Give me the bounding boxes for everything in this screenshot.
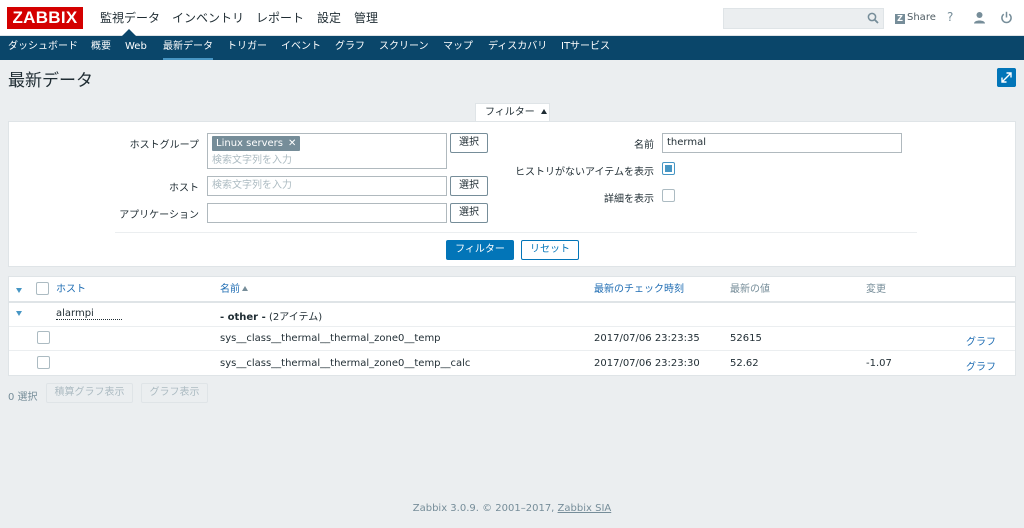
main-menu-configuration[interactable]: 設定 xyxy=(317,0,341,36)
subnav-discovery[interactable]: ディスカバリ xyxy=(488,36,547,60)
help-icon[interactable]: ? xyxy=(947,10,953,24)
search-icon[interactable] xyxy=(867,12,879,24)
subnav-maps[interactable]: マップ xyxy=(443,36,473,60)
zabbix-logo[interactable]: ZABBIX xyxy=(7,7,83,29)
latest-data-table: ホスト 名前 最新のチェック時刻 最新の値 変更 alarmpi - other… xyxy=(8,276,1016,376)
host-group-placeholder: 検索文字列を入力 xyxy=(212,155,292,166)
subnav-web[interactable]: Web xyxy=(125,36,147,60)
share-label: Share xyxy=(907,12,936,23)
power-icon[interactable] xyxy=(1000,11,1013,24)
application-input[interactable] xyxy=(207,203,447,223)
host-group-multiselect[interactable]: Linux servers ✕ 検索文字列を入力 xyxy=(207,133,447,169)
page-title: 最新データ xyxy=(8,71,93,91)
column-last-value: 最新の値 xyxy=(730,284,770,295)
subnav-dashboard[interactable]: ダッシュボード xyxy=(8,36,78,60)
subnav-triggers[interactable]: トリガー xyxy=(227,36,267,60)
host-group-label: ホストグループ xyxy=(129,140,199,151)
group-host-link[interactable]: alarmpi xyxy=(56,308,122,320)
filter-panel: ホストグループ Linux servers ✕ 検索文字列を入力 選択 ホスト 検… xyxy=(8,121,1016,267)
sort-asc-icon xyxy=(242,286,248,291)
main-menu-administration[interactable]: 管理 xyxy=(354,0,378,36)
column-last-check[interactable]: 最新のチェック時刻 xyxy=(594,277,684,302)
show-items-without-data-checkbox[interactable] xyxy=(662,162,675,175)
host-input[interactable]: 検索文字列を入力 xyxy=(207,176,447,196)
item-change: -1.07 xyxy=(866,358,892,369)
selected-count: 0 選択 xyxy=(8,392,38,403)
subnav-it-services[interactable]: ITサービス xyxy=(561,36,610,60)
host-label: ホスト xyxy=(169,183,199,194)
host-group-chip-label: Linux servers xyxy=(216,138,283,149)
main-menu-reports[interactable]: レポート xyxy=(256,0,304,36)
subnav-events[interactable]: イベント xyxy=(281,36,321,60)
group-application: - other - xyxy=(220,312,266,323)
top-header: ZABBIX 監視データ インベントリ レポート 設定 管理 Z Share ? xyxy=(0,0,1024,36)
name-input[interactable]: thermal xyxy=(662,133,902,153)
remove-chip-icon[interactable]: ✕ xyxy=(288,138,296,149)
row-divider xyxy=(9,326,1015,327)
select-all-checkbox[interactable] xyxy=(36,282,49,295)
footer-company-link[interactable]: Zabbix SIA xyxy=(558,503,612,514)
active-menu-caret xyxy=(122,29,136,36)
filter-reset-button[interactable]: リセット xyxy=(521,240,579,260)
column-host[interactable]: ホスト xyxy=(56,277,86,302)
item-name: sys__class__thermal__thermal_zone0__temp xyxy=(220,333,441,344)
sub-navigation: ダッシュボード 概要 Web 最新データ トリガー イベント グラフ スクリーン… xyxy=(0,36,1024,60)
column-name-label: 名前 xyxy=(220,284,240,295)
subnav-screens[interactable]: スクリーン xyxy=(379,36,429,60)
column-name[interactable]: 名前 xyxy=(220,277,248,302)
host-group-select-button[interactable]: 選択 xyxy=(450,133,488,153)
host-placeholder: 検索文字列を入力 xyxy=(212,180,292,191)
share-icon: Z xyxy=(895,14,905,24)
subnav-graphs[interactable]: グラフ xyxy=(335,36,365,60)
display-stacked-graph-button[interactable]: 積算グラフ表示 xyxy=(46,383,133,403)
filter-apply-button[interactable]: フィルター xyxy=(446,240,514,260)
filter-tab[interactable]: フィルター xyxy=(475,103,550,122)
collapse-arrow-icon xyxy=(540,109,547,114)
filter-tab-label: フィルター xyxy=(485,107,535,118)
collapse-group-icon[interactable] xyxy=(16,311,22,316)
display-graph-button[interactable]: グラフ表示 xyxy=(141,383,208,403)
name-label: 名前 xyxy=(634,140,654,151)
group-title: - other - (2アイテム) xyxy=(220,308,322,323)
host-select-button[interactable]: 選択 xyxy=(450,176,488,196)
main-menu-inventory[interactable]: インベントリ xyxy=(172,0,244,36)
host-group-chip: Linux servers ✕ xyxy=(212,136,301,151)
profile-icon[interactable] xyxy=(973,11,986,24)
footer: Zabbix 3.0.9. © 2001–2017, Zabbix SIA xyxy=(0,503,1024,514)
item-last-check: 2017/07/06 23:23:35 xyxy=(594,333,700,344)
item-graph-link[interactable]: グラフ xyxy=(966,358,996,373)
subnav-overview[interactable]: 概要 xyxy=(91,36,111,60)
row-checkbox[interactable] xyxy=(37,331,50,344)
show-details-label: 詳細を表示 xyxy=(604,194,654,205)
collapse-all-icon[interactable] xyxy=(16,288,22,293)
row-divider xyxy=(9,350,1015,351)
subnav-latest-data[interactable]: 最新データ xyxy=(163,36,213,60)
fullscreen-icon[interactable] xyxy=(997,68,1016,87)
footer-text: Zabbix 3.0.9. © 2001–2017, xyxy=(412,503,555,514)
header-divider xyxy=(9,301,1015,303)
item-name: sys__class__thermal__thermal_zone0__temp… xyxy=(220,358,471,369)
item-last-value: 52.62 xyxy=(730,358,759,369)
item-last-value: 52615 xyxy=(730,333,762,344)
global-search-input[interactable] xyxy=(723,8,884,29)
group-item-count: (2アイテム) xyxy=(268,312,323,323)
application-select-button[interactable]: 選択 xyxy=(450,203,488,223)
application-label: アプリケーション xyxy=(119,210,199,221)
row-checkbox[interactable] xyxy=(37,356,50,369)
column-change: 変更 xyxy=(866,284,886,295)
item-last-check: 2017/07/06 23:23:30 xyxy=(594,358,700,369)
item-graph-link[interactable]: グラフ xyxy=(966,333,996,348)
share-button[interactable]: Z Share xyxy=(895,11,936,25)
filter-divider xyxy=(115,232,917,233)
show-items-without-data-label: ヒストリがないアイテムを表示 xyxy=(515,167,654,178)
show-details-checkbox[interactable] xyxy=(662,189,675,202)
